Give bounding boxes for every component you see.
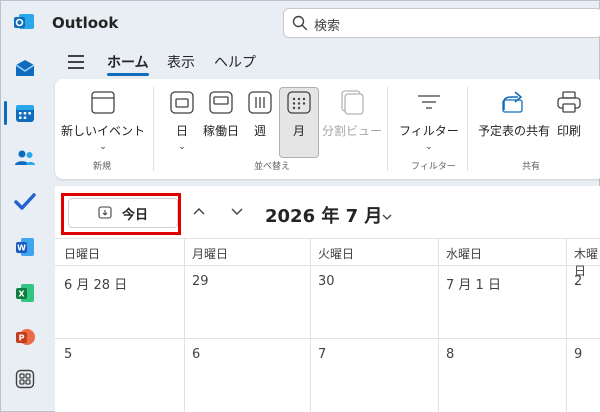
ribbon-separator [467, 87, 468, 171]
group-new-label: 新規 [93, 162, 112, 172]
filter-label: フィルター [399, 124, 459, 138]
people-icon[interactable] [9, 142, 41, 174]
svg-text:P: P [19, 334, 25, 343]
search-icon [292, 15, 308, 31]
day-cell-date[interactable]: 7 [318, 347, 326, 362]
month-view-icon [285, 88, 313, 116]
rail-active-indicator [4, 101, 7, 125]
grid-line [55, 265, 600, 266]
calendar-icon[interactable] [9, 97, 41, 129]
ribbon-separator [387, 87, 388, 171]
group-filter-label: フィルター [411, 162, 456, 172]
day-cell-date[interactable]: 9 [574, 347, 582, 362]
day-cell-date[interactable]: 6 月 28 日 [64, 274, 127, 293]
tab-view[interactable]: 表示 [167, 52, 195, 72]
hamburger-menu-icon[interactable] [68, 55, 86, 69]
month-title[interactable]: 2026 年 7 月 [265, 202, 382, 228]
weekday-header: 水曜日 [446, 247, 483, 261]
filter-button[interactable]: フィルター ⌄ [399, 85, 459, 152]
outlook-logo-icon [13, 12, 35, 32]
mail-icon[interactable] [9, 52, 41, 84]
share-calendar-label: 予定表の共有 [478, 124, 551, 138]
month-view-label: 月 [292, 124, 305, 138]
word-icon[interactable]: W [9, 231, 41, 263]
excel-icon[interactable]: X [9, 277, 41, 309]
weekday-header: 日曜日 [64, 247, 101, 261]
chevron-down-icon[interactable]: ⌄ [178, 142, 186, 152]
svg-text:X: X [18, 290, 25, 299]
print-label: 印刷 [556, 124, 581, 138]
day-cell-date[interactable]: 5 [64, 347, 72, 362]
share-icon [500, 88, 528, 116]
grid-line [566, 238, 567, 412]
day-view-label: 日 [175, 124, 188, 138]
group-share-label: 共有 [522, 162, 541, 172]
chevron-up-icon[interactable] [192, 204, 206, 218]
group-arrange-label: 並べ替え [254, 162, 291, 172]
day-cell-date[interactable]: 7 月 1 日 [446, 274, 501, 293]
month-picker-chevron-icon[interactable] [382, 210, 392, 220]
tab-home[interactable]: ホーム [107, 52, 149, 72]
print-button[interactable]: 印刷 [555, 85, 583, 139]
split-view-label: 分割ビュー [322, 124, 383, 138]
weekday-header: 火曜日 [318, 247, 355, 261]
weekday-header: 月曜日 [192, 247, 229, 261]
split-view-icon [338, 88, 366, 116]
day-cell-date[interactable]: 6 [192, 347, 200, 362]
share-calendar-button[interactable]: 予定表の共有 [478, 85, 550, 139]
chevron-down-icon[interactable]: ⌄ [99, 142, 107, 152]
ribbon-separator [153, 87, 154, 171]
ribbon: 新しいイベント ⌄ 新規 日 ⌄ 稼働日 週 月 分割ビュー 並べ替え フィルタ… [55, 79, 600, 179]
search-placeholder: 検索 [314, 19, 341, 34]
day-view-icon [168, 88, 196, 116]
new-event-button[interactable]: 新しいイベント ⌄ [61, 85, 145, 152]
day-cell-date[interactable]: 29 [192, 274, 209, 289]
day-view-button[interactable]: 日 ⌄ [168, 85, 196, 152]
week-view-button[interactable]: 週 [246, 85, 274, 139]
day-cell-date[interactable]: 2 [574, 274, 582, 289]
grid-line [55, 338, 600, 339]
work-week-button[interactable]: 稼働日 [203, 85, 239, 139]
highlight-annotation [61, 193, 181, 235]
tab-help[interactable]: ヘルプ [214, 52, 256, 72]
chevron-down-icon[interactable]: ⌄ [425, 142, 433, 152]
month-view-button[interactable]: 月 [285, 85, 313, 139]
todo-icon[interactable] [9, 186, 41, 218]
active-tab-underline [107, 73, 149, 76]
more-apps-icon[interactable] [9, 363, 41, 395]
week-view-label: 週 [253, 124, 266, 138]
week-view-icon [246, 88, 274, 116]
grid-line [438, 238, 439, 412]
work-week-label: 稼働日 [203, 124, 240, 138]
powerpoint-icon[interactable]: P [9, 321, 41, 353]
split-view-button[interactable]: 分割ビュー [322, 85, 382, 139]
svg-text:W: W [17, 244, 26, 253]
grid-line [184, 238, 185, 412]
grid-line [55, 238, 600, 239]
day-cell-date[interactable]: 30 [318, 274, 335, 289]
chevron-down-icon[interactable] [230, 204, 244, 218]
new-event-label: 新しいイベント [61, 124, 146, 138]
printer-icon [555, 88, 583, 116]
app-rail: W X P [0, 0, 50, 412]
day-cell-date[interactable]: 8 [446, 347, 454, 362]
grid-line [310, 238, 311, 412]
calendar-add-icon [89, 88, 117, 116]
filter-icon [415, 88, 443, 116]
app-title: Outlook [52, 14, 119, 32]
work-week-icon [207, 88, 235, 116]
search-box[interactable]: 検索 [283, 8, 600, 38]
